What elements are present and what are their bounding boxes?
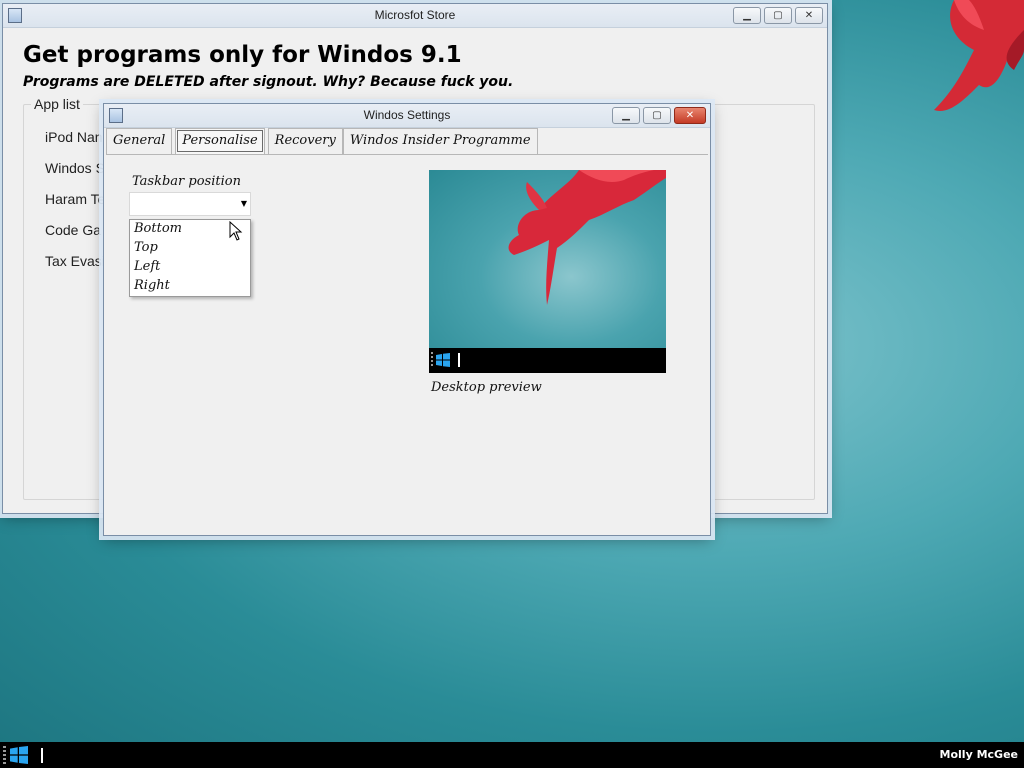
minimize-icon: ▁ (743, 9, 751, 21)
preview-taskbar (429, 348, 666, 373)
settings-minimize-button[interactable]: ▁ (612, 107, 640, 124)
close-icon: ✕ (804, 9, 814, 21)
app-list-item[interactable]: Code Ga (45, 222, 105, 253)
tab-general[interactable]: General (106, 128, 173, 154)
preview-flower-image (508, 170, 666, 305)
settings-maximize-button[interactable]: ▢ (643, 107, 671, 124)
taskbar-grip[interactable] (3, 746, 6, 764)
settings-titlebar[interactable]: Windos Settings ▁ ▢ ✕ (104, 104, 710, 128)
store-subheading: Programs are DELETED after signout. Why?… (23, 74, 514, 90)
maximize-icon: ▢ (652, 109, 662, 121)
chevron-down-icon: ▼ (240, 199, 247, 208)
app-list-label: App list (31, 96, 83, 112)
settings-tabs: General Personalise Recovery Windos Insi… (106, 128, 538, 155)
windows-logo-icon (436, 353, 450, 367)
store-heading: Get programs only for Windos 9.1 (23, 42, 462, 68)
maximize-icon: ▢ (773, 9, 783, 21)
store-window-title: Microsfot Store (374, 8, 456, 22)
taskbar-position-label: Taskbar position (132, 174, 241, 189)
desktop-preview-image (429, 170, 666, 348)
desktop-flower-image (934, 0, 1024, 111)
windows-logo-icon[interactable] (10, 746, 28, 764)
app-list: iPod Nan Windos S Haram Te Code Ga Tax E… (45, 129, 105, 284)
settings-window: Windos Settings ▁ ▢ ✕ General Personalis… (103, 103, 711, 536)
app-list-item[interactable]: Haram Te (45, 191, 105, 222)
app-list-item[interactable]: Windos S (45, 160, 105, 191)
store-titlebar[interactable]: Microsfot Store ▁ ▢ ✕ (3, 4, 827, 28)
taskbar-separator (41, 748, 43, 763)
settings-close-button[interactable]: ✕ (674, 107, 706, 124)
app-list-item[interactable]: iPod Nan (45, 129, 105, 160)
dropdown-option-top[interactable]: Top (130, 240, 250, 259)
store-minimize-button[interactable]: ▁ (733, 7, 761, 24)
minimize-icon: ▁ (622, 109, 630, 121)
tab-recovery[interactable]: Recovery (267, 128, 343, 154)
taskbar-position-select[interactable]: ▼ (129, 192, 251, 216)
desktop-preview-caption: Desktop preview (431, 380, 542, 395)
app-list-item[interactable]: Tax Evasi (45, 253, 105, 284)
close-icon: ✕ (685, 109, 695, 121)
taskbar: Molly McGee (0, 742, 1024, 768)
store-maximize-button[interactable]: ▢ (764, 7, 792, 24)
mouse-pointer-icon (229, 221, 243, 241)
store-close-button[interactable]: ✕ (795, 7, 823, 24)
tab-windos-insider-programme[interactable]: Windos Insider Programme (342, 128, 538, 154)
dropdown-option-right[interactable]: Right (130, 278, 250, 297)
taskbar-user-name[interactable]: Molly McGee (940, 748, 1018, 761)
dropdown-option-left[interactable]: Left (130, 259, 250, 278)
tab-personalise[interactable]: Personalise (175, 128, 265, 154)
